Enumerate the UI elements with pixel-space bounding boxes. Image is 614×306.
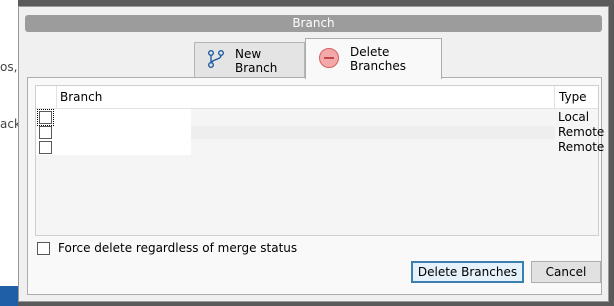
cancel-button[interactable]: Cancel — [531, 261, 601, 283]
tab-new-branch-label: New Branch — [235, 46, 278, 75]
column-header-branch[interactable]: Branch — [60, 90, 102, 104]
table-row[interactable]: Local — [36, 109, 598, 126]
tab-delete-branches-label: Delete Branches — [350, 45, 406, 73]
branch-type: Local — [558, 110, 590, 124]
row-checkbox[interactable] — [37, 109, 54, 126]
branch-table: Branch Type Local Remote Remote — [35, 85, 604, 236]
table-header: Branch Type — [36, 86, 598, 109]
branch-name — [60, 125, 540, 140]
dialog-title: Branch — [25, 15, 602, 32]
branch-type: Remote — [558, 140, 605, 154]
background-taskbar — [0, 286, 18, 306]
branch-name — [60, 110, 540, 125]
delete-branches-panel: Branch Type Local Remote Remote Force de… — [27, 77, 604, 295]
branch-dialog: Branch New Branch Delete Branches Branch… — [18, 6, 609, 302]
select-column-header — [36, 86, 57, 108]
table-row[interactable]: Remote — [36, 140, 604, 155]
branch-type: Remote — [558, 125, 605, 139]
minus-circle-icon — [318, 47, 340, 72]
background-text: os, — [0, 60, 18, 74]
background-window: os, ack — [0, 0, 21, 306]
column-header-type[interactable]: Type — [559, 90, 587, 104]
column-divider — [554, 86, 555, 108]
tab-new-branch[interactable]: New Branch — [194, 42, 305, 78]
branch-name — [60, 140, 540, 155]
row-checkbox[interactable] — [39, 126, 52, 139]
force-delete-label: Force delete regardless of merge status — [58, 241, 298, 255]
tab-delete-branches[interactable]: Delete Branches — [305, 38, 442, 79]
table-row[interactable]: Remote — [36, 125, 604, 140]
force-delete-checkbox[interactable] — [37, 241, 50, 255]
force-delete-option[interactable]: Force delete regardless of merge status — [37, 241, 297, 255]
branch-icon — [207, 49, 225, 72]
delete-branches-button[interactable]: Delete Branches — [411, 261, 524, 283]
row-checkbox[interactable] — [39, 141, 52, 154]
